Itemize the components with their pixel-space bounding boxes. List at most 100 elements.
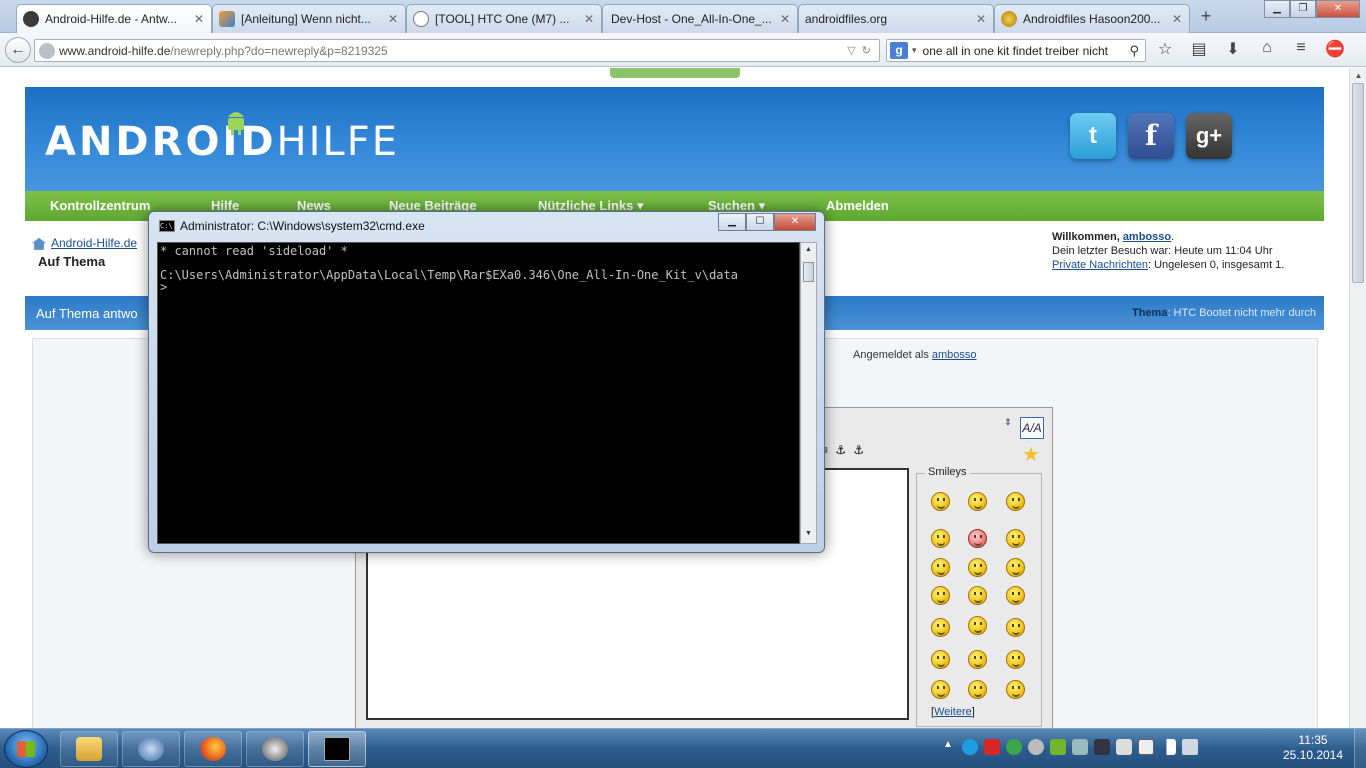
- smiley-icon[interactable]: [968, 680, 987, 699]
- battery-icon[interactable]: [1138, 739, 1154, 755]
- volume-icon[interactable]: [1182, 739, 1198, 755]
- smiley-icon[interactable]: [1006, 618, 1025, 637]
- close-icon[interactable]: ✕: [387, 12, 399, 26]
- sync-icon[interactable]: [1006, 739, 1022, 755]
- taskbar-thunderbird[interactable]: [122, 731, 180, 767]
- browser-window-controls: ▁ ❐ ✕: [1264, 0, 1360, 18]
- scroll-down-icon[interactable]: ▼: [801, 530, 816, 537]
- smiley-icon[interactable]: [1006, 680, 1025, 699]
- facebook-icon[interactable]: f: [1128, 113, 1174, 159]
- usb-icon[interactable]: [1072, 739, 1088, 755]
- search-bar[interactable]: g ▾ one all in one kit findet treiber ni…: [886, 39, 1146, 62]
- taskbar-app[interactable]: [246, 731, 304, 767]
- taskbar-clock[interactable]: 11:35 25.10.2014: [1278, 733, 1348, 763]
- download-icon[interactable]: ⬇: [1223, 39, 1243, 59]
- welcome-user-link[interactable]: ambosso: [1123, 231, 1171, 243]
- close-icon[interactable]: ✕: [975, 12, 987, 26]
- action-center-icon[interactable]: [1116, 739, 1132, 755]
- search-input[interactable]: one all in one kit findet treiber nicht: [923, 44, 1108, 58]
- smiley-icon[interactable]: [968, 558, 987, 577]
- tab-androidfiles-hasoon[interactable]: Androidfiles Hasoon200... ✕: [994, 4, 1190, 33]
- taskbar-explorer[interactable]: [60, 731, 118, 767]
- top-green-tab[interactable]: [610, 68, 740, 78]
- smiley-icon[interactable]: [931, 529, 950, 548]
- menu-item-abmelden[interactable]: Abmelden: [826, 198, 889, 213]
- adblock-icon[interactable]: ⛔: [1325, 39, 1345, 59]
- wysiwyg-toggle-icon[interactable]: A/A: [1020, 417, 1044, 439]
- network-icon[interactable]: [1094, 739, 1110, 755]
- smiley-icon[interactable]: [931, 680, 950, 699]
- cmd-scrollbar[interactable]: ▲ ▼: [800, 242, 817, 544]
- private-messages-link[interactable]: Private Nachrichten: [1052, 259, 1148, 271]
- home-icon[interactable]: ⌂: [1257, 39, 1277, 59]
- signal-icon[interactable]: [1160, 739, 1176, 755]
- minimize-icon[interactable]: ▁: [1264, 0, 1290, 18]
- page-scrollbar[interactable]: ▲: [1349, 68, 1366, 728]
- close-icon[interactable]: ✕: [779, 12, 791, 26]
- editor-toolbar-icons[interactable]: ≡ ⚓ ⚓: [821, 443, 866, 457]
- reading-list-icon[interactable]: ▤: [1189, 39, 1209, 59]
- smiley-icon[interactable]: [931, 586, 950, 605]
- twitter-icon[interactable]: t: [1070, 113, 1116, 159]
- close-icon[interactable]: ✕: [193, 12, 205, 26]
- smiley-icon[interactable]: [1006, 586, 1025, 605]
- menu-icon[interactable]: ≡: [1291, 39, 1311, 59]
- tab-android-hilfe[interactable]: Android-Hilfe.de - Antw... ✕: [16, 4, 212, 33]
- more-smileys-link[interactable]: Weitere: [934, 706, 972, 718]
- menu-item-kontrollzentrum[interactable]: Kontrollzentrum: [50, 198, 150, 213]
- smiley-icon[interactable]: [1006, 558, 1025, 577]
- close-icon[interactable]: ✕: [1171, 12, 1183, 26]
- breadcrumb-home-link[interactable]: Android-Hilfe.de: [51, 236, 137, 250]
- smiley-icon[interactable]: [1006, 650, 1025, 669]
- smiley-icon[interactable]: [931, 650, 950, 669]
- close-window-icon[interactable]: ✕: [774, 213, 816, 231]
- tab-dev-host[interactable]: Dev-Host - One_All-In-One_... ✕: [602, 4, 798, 33]
- back-button[interactable]: ←: [5, 37, 31, 63]
- smiley-icon[interactable]: [931, 558, 950, 577]
- scroll-up-icon[interactable]: ▲: [1350, 68, 1366, 83]
- tab-anleitung[interactable]: [Anleitung] Wenn nicht... ✕: [212, 4, 406, 33]
- smiley-star-icon[interactable]: ★: [1022, 442, 1040, 467]
- cmd-console[interactable]: * cannot read 'sideload' * C:\Users\Admi…: [157, 242, 800, 544]
- smiley-icon[interactable]: [931, 492, 950, 511]
- maximize-icon[interactable]: ☐: [746, 213, 774, 231]
- smiley-icon[interactable]: [968, 616, 987, 635]
- taskbar-firefox[interactable]: [184, 731, 242, 767]
- minimize-icon[interactable]: ▁: [718, 213, 746, 231]
- bookmark-star-icon[interactable]: ☆: [1155, 39, 1175, 59]
- tray-app-icon[interactable]: [1028, 739, 1044, 755]
- site-logo[interactable]: ANDROIDHILFE: [45, 119, 399, 165]
- url-controls[interactable]: ▽ ↻: [847, 44, 871, 57]
- chevron-down-icon[interactable]: ▾: [912, 45, 917, 56]
- scroll-thumb[interactable]: [1352, 83, 1364, 283]
- taskbar-cmd[interactable]: [308, 731, 366, 767]
- resize-toggle-icon[interactable]: ⇕: [1004, 418, 1012, 427]
- smiley-icon[interactable]: [968, 529, 987, 548]
- address-bar[interactable]: www.android-hilfe.de/newreply.php?do=new…: [34, 39, 880, 62]
- smiley-icon[interactable]: [968, 586, 987, 605]
- search-icon[interactable]: ⚲: [1129, 43, 1139, 59]
- smiley-icon[interactable]: [931, 618, 950, 637]
- smiley-icon[interactable]: [1006, 492, 1025, 511]
- close-window-icon[interactable]: ✕: [1316, 0, 1360, 18]
- nvidia-icon[interactable]: [1050, 739, 1066, 755]
- googleplus-icon[interactable]: g+: [1186, 113, 1232, 159]
- close-icon[interactable]: ✕: [583, 12, 595, 26]
- tab-tool-htc[interactable]: [TOOL] HTC One (M7) ... ✕: [406, 4, 602, 33]
- scroll-thumb[interactable]: [803, 262, 814, 282]
- smiley-icon[interactable]: [968, 650, 987, 669]
- smiley-icon[interactable]: [1006, 529, 1025, 548]
- new-tab-button[interactable]: +: [1196, 6, 1216, 26]
- maximize-icon[interactable]: ❐: [1290, 0, 1316, 18]
- tray-expand-icon[interactable]: ▲: [940, 739, 956, 755]
- cmd-titlebar[interactable]: C:\ Administrator: C:\Windows\system32\c…: [149, 212, 824, 240]
- show-desktop-button[interactable]: [1354, 729, 1366, 768]
- google-icon[interactable]: g: [890, 42, 908, 59]
- start-button[interactable]: [4, 730, 48, 768]
- smiley-icon[interactable]: [968, 492, 987, 511]
- skype-icon[interactable]: [962, 739, 978, 755]
- logged-in-user-link[interactable]: ambosso: [932, 349, 977, 361]
- scroll-up-icon[interactable]: ▲: [801, 246, 816, 253]
- tab-androidfiles[interactable]: androidfiles.org ✕: [798, 4, 994, 33]
- acrobat-icon[interactable]: [984, 739, 1000, 755]
